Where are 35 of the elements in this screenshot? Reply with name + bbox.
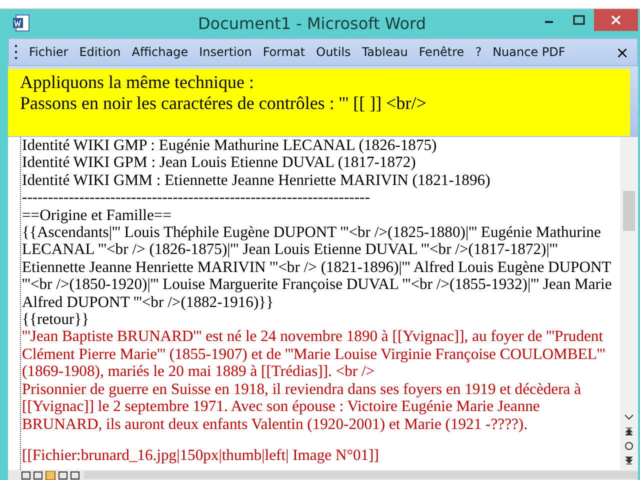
close-icon [610,14,622,26]
menu-item[interactable]: Fichier [24,43,74,61]
scroll-thumb[interactable] [623,191,635,231]
callout-text: Appliquons la même technique : [20,72,255,93]
scroll-down-icon[interactable] [624,413,634,421]
close-document-button[interactable]: × [614,42,631,62]
grip-icon [15,44,18,60]
document-paragraph: Identité WIKI GPM : Jean Louis Etienne DUVAL (1817-1872) [22,154,417,172]
close-button[interactable] [594,9,638,31]
menu-item[interactable]: Fenêtre [414,43,470,61]
document-paragraph: ------------------------------------------------------------------- [22,189,371,207]
browse-object-icon[interactable] [624,441,634,451]
document-paragraph: {{retour}} [22,311,90,328]
menu-item[interactable]: Edition [74,43,126,61]
document-paragraph: ==Origine et Famille== [22,206,173,224]
callout-text: Passons en noir les caractéres de contrôles : ''' [[ ]] <br/> [20,93,428,114]
document-paragraph: [[Fichier:brunard_16.jpg|150px|thumb|left| Image N°01]] [22,446,380,464]
document-paragraph: Identité WIKI GMM : Etiennette Jeanne Henriette MARIVIN (1821-1896) [22,172,492,190]
document-paragraph: Prisonnier de guerre en Suisse en 1918, il reviendra dans ses foyers en 1919 et décèdera à [[Yvignac]] le 2 septembre 1971. Avec son épouse : Victoire Eugénie Marie Jeanne BRUNARD, ils auront deux enfants Valentin (1920-2001) et Marie (1921 -????). [22,380,582,433]
menu-item[interactable]: ? [470,43,487,61]
document-paragraph: Identité WIKI GMP : Eugénie Mathurine LECANAL (1826-1875) [22,137,438,154]
menu-item[interactable]: Affichage [126,43,194,61]
menu-item[interactable]: Nuance PDF [488,43,570,61]
next-page-icon[interactable] [624,456,634,466]
previous-page-icon[interactable] [624,426,634,436]
menu-item[interactable]: Tableau [356,43,413,61]
view-buttons-icon[interactable] [20,470,80,480]
document-paragraph: '''Jean Baptiste BRUNARD''' est né le 24 novembre 1890 à [[Yvignac]], au foyer de '''Prudent Clément Pierre Marie''' (1855-1907) et de '''Marie Louise Virginie Françoise COULOMBEL''' (1869-1908), mariés le 20 mai 1889 à [[Trédias]]. <br /> [22,328,606,381]
document-icon [12,14,30,32]
document-paragraph: {{Ascendants|''' Louis Théphile Eugène DUPONT '''<br />(1825-1880)|''' Eugénie Mathurine LECANAL '''<br /> (1826-1875)|''' Jean Louis Etienne DUVAL '''<br />(1817-1872)|''' Etiennette Jeanne Henriette MARIVIN '''<br /> (1821-1896)|''' Alfred Louis Eugène DUPONT '''<br />(1850-1920)|''' Louise Marguerite Françoise DUVAL '''<br />(1855-1932)|''' Jean Marie Alfred DUPONT '''<br />(1882-1916)}} [22,224,613,312]
window-title: Document1 - Microsoft Word [196,14,428,32]
maximize-icon [573,15,585,25]
menu-item[interactable]: Outils [311,43,356,61]
menu-item[interactable]: Format [258,43,310,61]
menu-item[interactable]: Insertion [194,43,257,61]
